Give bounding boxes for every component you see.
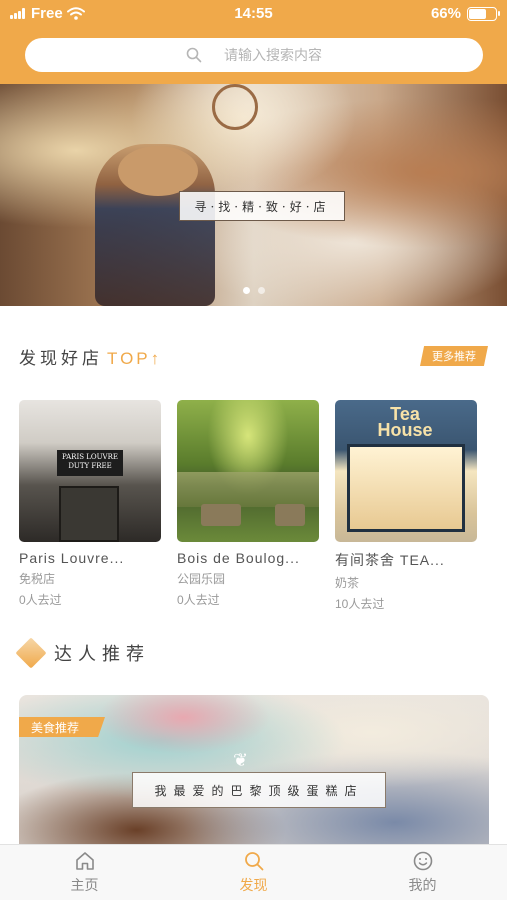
pond bbox=[177, 472, 319, 507]
header: Free 14:55 66% 请输入搜索内容 bbox=[0, 0, 507, 84]
smiley-icon bbox=[413, 851, 432, 871]
featured-article-card[interactable]: 美食推荐 ❦ 我最爱的巴黎顶级蛋糕店 bbox=[19, 695, 489, 845]
shop-list: PARIS LOUVRE DUTY FREE Paris Louvre... 免税… bbox=[19, 400, 489, 612]
shop-sign: PARIS LOUVRE DUTY FREE bbox=[57, 450, 123, 476]
tab-home[interactable]: 主页 bbox=[0, 845, 169, 900]
shop-window bbox=[347, 444, 465, 532]
shop-category: 免税店 bbox=[19, 572, 56, 586]
shop-card[interactable]: PARIS LOUVRE DUTY FREE Paris Louvre... 免税… bbox=[19, 400, 161, 608]
food-tag: 美食推荐 bbox=[19, 717, 105, 737]
banner-carousel[interactable]: 寻·找·精·致·好·店 bbox=[0, 84, 507, 306]
shop-image: Tea House bbox=[335, 400, 477, 542]
shop-category: 公园乐园 bbox=[177, 572, 226, 586]
shop-visits: 10人去过 bbox=[335, 597, 385, 611]
shop-name: Bois de Boulog... bbox=[177, 550, 300, 566]
discover-title: 发现好店 bbox=[19, 349, 103, 368]
bench bbox=[275, 504, 305, 526]
tab-label: 发现 bbox=[239, 877, 268, 893]
shop-card[interactable]: Tea House 有间茶舍 TEA... 奶茶 10人去过 bbox=[335, 400, 477, 612]
carousel-dot[interactable] bbox=[257, 287, 265, 294]
section-title-discover: 发现好店 TOP↑ bbox=[19, 344, 162, 369]
shop-visits: 0人去过 bbox=[177, 593, 220, 607]
shop-door bbox=[59, 486, 119, 542]
dreamcatcher-decoration bbox=[212, 84, 258, 130]
shop-image bbox=[177, 400, 319, 542]
battery-icon bbox=[467, 6, 500, 21]
search-placeholder[interactable]: 请输入搜索内容 bbox=[224, 45, 322, 65]
search-icon bbox=[244, 852, 263, 871]
bench bbox=[201, 504, 241, 526]
carousel-dot[interactable] bbox=[242, 287, 250, 294]
shop-card[interactable]: Bois de Boulog... 公园乐园 0人去过 bbox=[177, 400, 319, 608]
shop-name: Paris Louvre... bbox=[19, 550, 125, 566]
shop-category: 奶茶 bbox=[335, 576, 360, 590]
status-bar: Free 14:55 66% bbox=[0, 0, 507, 28]
status-right: 66% bbox=[430, 5, 500, 22]
shop-image: PARIS LOUVRE DUTY FREE bbox=[19, 400, 161, 542]
tab-discover[interactable]: 发现 bbox=[169, 845, 338, 900]
tab-label: 我的 bbox=[408, 877, 437, 893]
search-icon bbox=[186, 47, 202, 63]
feature-caption: 我最爱的巴黎顶级蛋糕店 bbox=[132, 772, 386, 808]
search-bar[interactable]: 请输入搜索内容 bbox=[25, 38, 483, 72]
tab-bar: 主页 发现 我的 bbox=[0, 844, 507, 900]
discover-title-accent: TOP↑ bbox=[107, 349, 163, 368]
tab-mine[interactable]: 我的 bbox=[338, 845, 507, 900]
expert-title: 达人推荐 bbox=[54, 644, 150, 664]
tab-label: 主页 bbox=[70, 877, 99, 893]
diamond-icon bbox=[15, 637, 47, 669]
more-recommend-button[interactable]: 更多推荐 bbox=[420, 346, 488, 366]
shop-name: 有间茶舍 TEA... bbox=[335, 552, 445, 568]
carousel-dots bbox=[0, 287, 507, 294]
banner-caption: 寻·找·精·致·好·店 bbox=[179, 191, 345, 221]
battery-percent: 66% bbox=[430, 5, 461, 22]
home-icon bbox=[75, 852, 94, 870]
banner-hat bbox=[118, 146, 198, 196]
shop-visits: 0人去过 bbox=[19, 593, 62, 607]
shop-sign: Tea House bbox=[377, 404, 433, 440]
ornament-icon: ❦ bbox=[233, 750, 249, 770]
battery-fill bbox=[469, 8, 486, 19]
section-title-expert: 达人推荐 bbox=[15, 637, 150, 669]
